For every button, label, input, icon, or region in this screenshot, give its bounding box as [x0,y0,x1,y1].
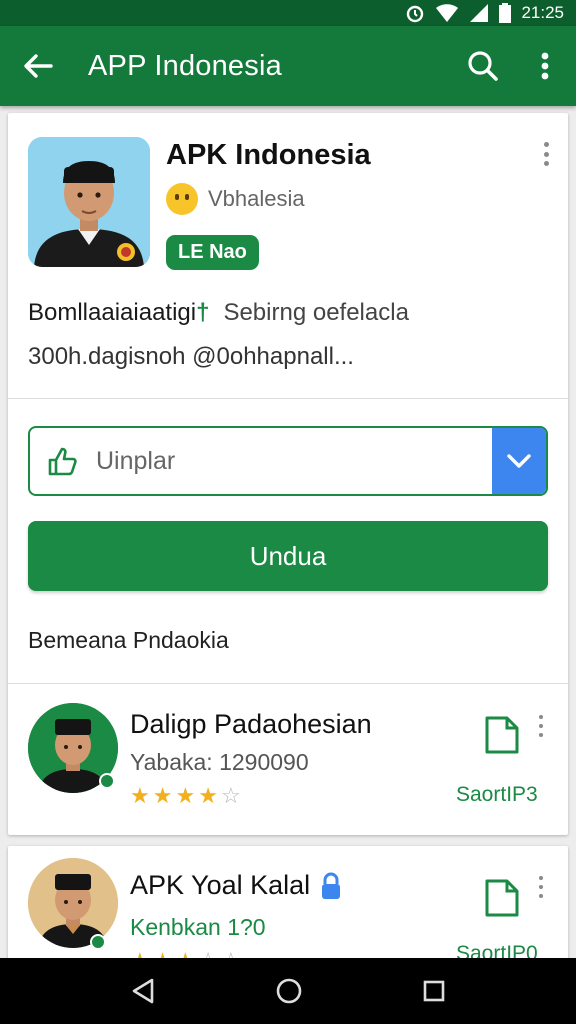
list-item-menu[interactable] [536,715,546,737]
person-portrait-icon [28,137,150,267]
back-button[interactable] [0,26,76,106]
app-bar-title: APP Indonesia [88,49,282,82]
overflow-menu-button[interactable] [514,26,576,106]
document-icon[interactable] [484,878,520,918]
card-overflow-menu[interactable] [536,139,556,169]
more-vertical-icon [541,52,549,80]
star-icon: ★ [130,783,150,808]
star-half-icon: ★ [198,783,218,808]
list-item-menu[interactable] [536,876,546,898]
app-bar: APP Indonesia [0,26,576,106]
online-status-icon [90,934,106,950]
system-navigation-bar [0,958,576,1024]
list-item-subtitle: Kenbkan 1?0 [130,914,266,940]
chevron-down-icon [507,454,531,468]
developer-name: Vbhalesia [208,186,305,211]
document-icon[interactable] [484,715,520,755]
search-button[interactable] [452,26,514,106]
description-line-2: 300h.dagisnoh @0ohhapnall... [28,343,354,370]
alarm-icon [407,5,424,23]
online-status-icon [99,773,115,789]
divider [8,683,568,684]
wifi-icon [436,4,459,22]
recents-square-icon[interactable] [422,979,446,1003]
home-circle-icon[interactable] [275,977,303,1005]
download-button[interactable]: Undua [28,521,548,591]
hand-icon-container [30,446,96,476]
app-hero-image [28,137,150,267]
list-item-subtitle: Yabaka: 1290090 [130,749,309,775]
description-extra: Sebirng oefelacla [223,299,409,326]
signal-icon [470,4,489,22]
status-time: 21:25 [521,3,564,22]
star-icon: ★ [175,783,196,808]
lock-icon [322,872,341,899]
app-name: APK Indonesia [166,139,371,171]
plus-icon: † [196,299,210,326]
list-item-title-row: APK Yoal Kalal [130,870,342,901]
list-item-action-label[interactable]: SaortIP3 [456,783,538,807]
section-label: Bemeana Pndaokia [28,627,229,653]
developer-row: Vbhalesia [166,183,305,215]
status-badge: LE Nao [166,235,259,270]
select-dropdown-button[interactable] [492,428,546,494]
battery-icon [499,3,512,23]
rating-stars: ★ ★ ★ ★ ☆ [130,783,241,809]
variant-select[interactable]: Uinplar [28,426,548,496]
list-item[interactable]: APK Yoal Kalal Kenbkan 1?0 ★★★☆☆ SaortIP… [8,846,568,976]
star-empty-icon: ☆ [220,783,241,808]
status-bar: 21:25 [0,0,576,26]
description-line-1: Bomllaaiaiaatigi† Sebirng oefelacla [28,299,409,327]
description-text: Bomllaaiaiaatigi [28,299,197,326]
back-triangle-icon[interactable] [130,977,156,1005]
star-icon: ★ [152,783,173,808]
list-item-title: APK Yoal Kalal [130,870,311,900]
arrow-left-icon [24,54,53,78]
emoji-icon [166,183,198,215]
list-item-title: Daligp Padaohesian [130,709,372,739]
app-detail-card: APK Indonesia Vbhalesia LE Nao Bomllaaia… [8,113,568,835]
thumbs-up-icon [48,447,77,476]
select-value: Uinplar [96,446,176,475]
avatar [28,858,118,948]
search-icon [468,51,498,81]
person-avatar-icon [28,858,118,948]
divider [8,398,568,399]
